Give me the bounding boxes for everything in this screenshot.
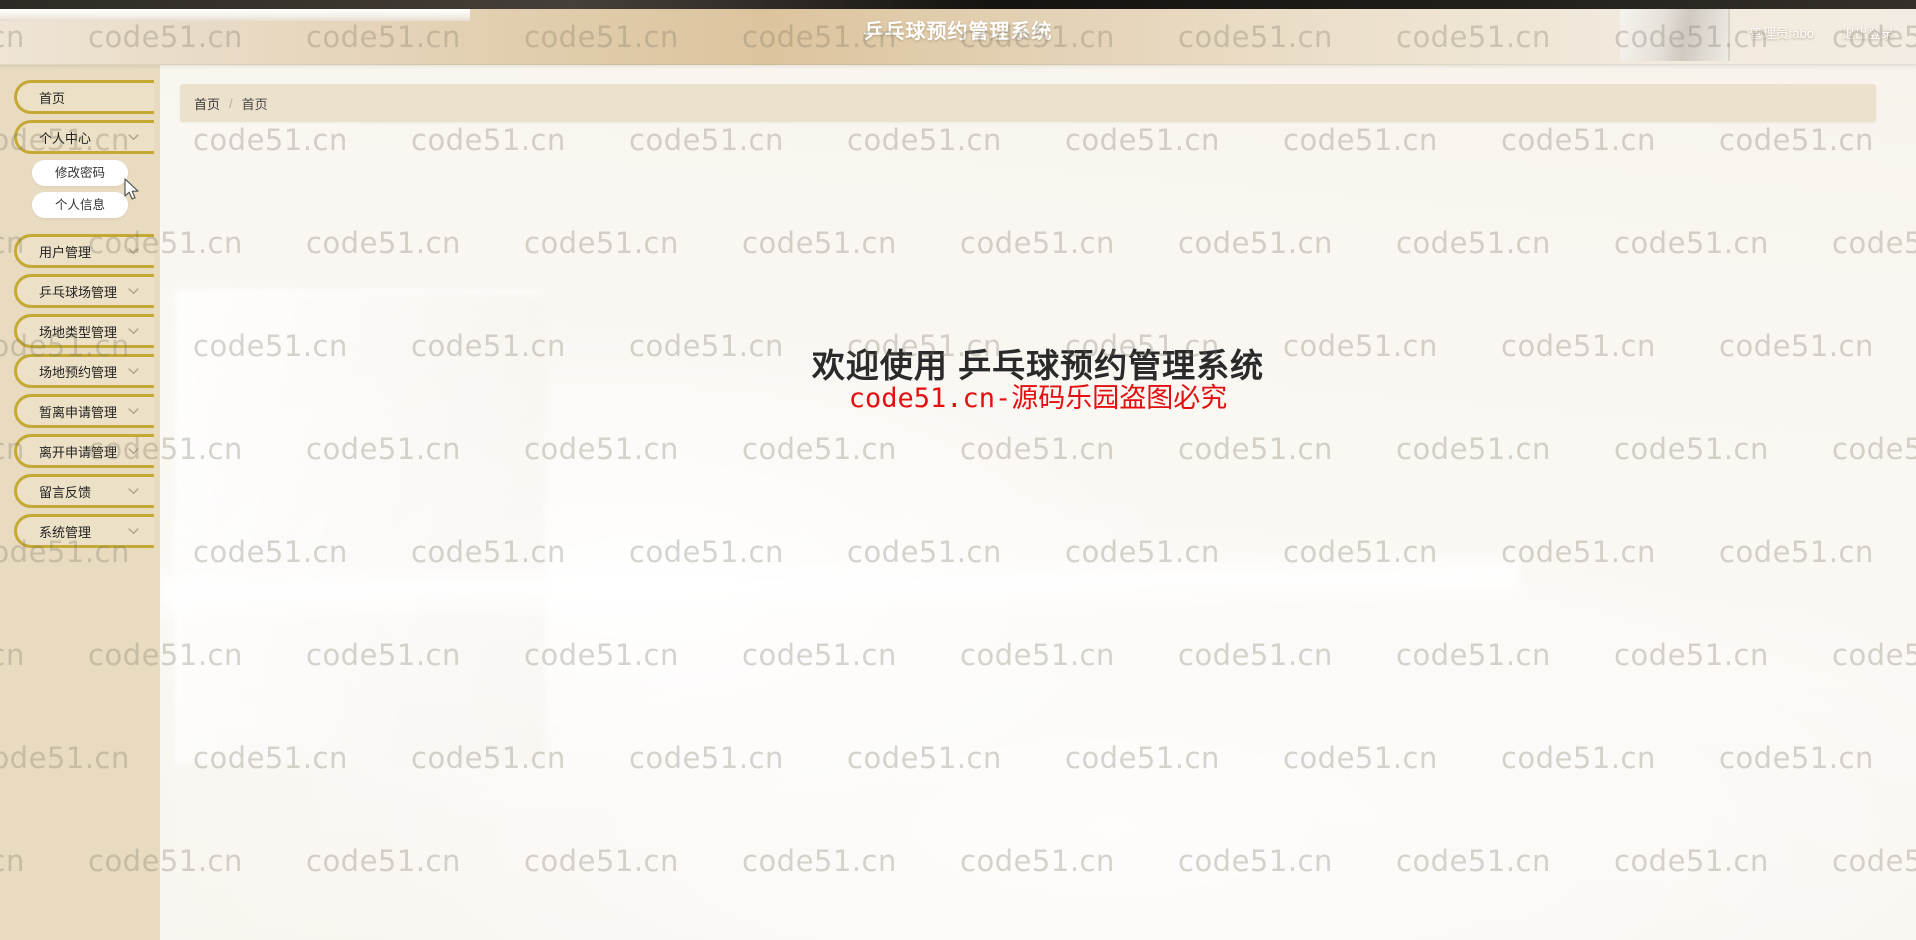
sidebar-item-leave-application-management[interactable]: 离开申请管理 xyxy=(14,434,154,468)
chevron-down-icon xyxy=(127,325,140,338)
chevron-down-icon xyxy=(127,365,140,378)
breadcrumb: 首页 / 首页 xyxy=(180,84,1876,122)
sidebar-item-court-management[interactable]: 乒乓球场管理 xyxy=(14,274,154,308)
sidebar-group-system-management: 系统管理 xyxy=(0,514,160,548)
page-title: 乒乓球预约管理系统 xyxy=(863,21,1053,43)
app-header: 乒乓球预约管理系统 管理员:abo 退出登录 xyxy=(0,0,1916,65)
sidebar-item-label: 系统管理 xyxy=(39,525,92,540)
sidebar-item-temporary-leave-management[interactable]: 暂离申请管理 xyxy=(14,394,154,428)
chevron-down-icon xyxy=(127,445,140,458)
red-watermark-text: code51.cn-源码乐园盗图必究 xyxy=(848,383,1228,414)
sidebar-group-user-management: 用户管理 xyxy=(0,234,160,268)
sidebar-item-label: 用户管理 xyxy=(39,245,92,260)
sidebar-group-personal-center: 个人中心 修改密码 个人信息 xyxy=(0,120,160,228)
sidebar-subitem-personal-info[interactable]: 个人信息 xyxy=(32,192,128,218)
breadcrumb-separator: / xyxy=(229,95,233,111)
chevron-down-icon xyxy=(127,285,140,298)
sidebar-item-venue-reservation-management[interactable]: 场地预约管理 xyxy=(14,354,154,388)
chevron-down-icon xyxy=(127,131,140,144)
sidebar-group-venue-type-management: 场地类型管理 xyxy=(0,314,160,348)
current-user-label: 管理员:abo xyxy=(1749,25,1814,41)
sidebar-item-personal-center[interactable]: 个人中心 xyxy=(14,120,154,154)
chevron-down-icon xyxy=(127,245,140,258)
breadcrumb-root[interactable]: 首页 xyxy=(194,94,220,113)
breadcrumb-current: 首页 xyxy=(241,96,268,112)
sidebar-item-label: 暂离申请管理 xyxy=(39,405,118,420)
sidebar-item-label: 个人中心 xyxy=(39,131,92,146)
sidebar-item-label: 留言反馈 xyxy=(39,485,92,500)
chevron-down-icon xyxy=(127,485,140,498)
sidebar-group-message-feedback: 留言反馈 xyxy=(0,474,160,508)
app-root: 乒乓球预约管理系统 管理员:abo 退出登录 首页 个人中心 修改密码 个人信息… xyxy=(0,0,1916,940)
welcome-section: 欢迎使用 乒乓球预约管理系统 code51.cn-源码乐园盗图必究 xyxy=(160,344,1916,415)
header-user-area: 管理员:abo 退出登录 xyxy=(1750,0,1894,64)
sidebar-item-message-feedback[interactable]: 留言反馈 xyxy=(14,474,154,508)
chevron-down-icon xyxy=(127,525,140,538)
sidebar-nav: 首页 个人中心 修改密码 个人信息 用户管理 乒乓球场管理 场地类型管理 场地预… xyxy=(0,64,160,940)
sidebar-subitem-label: 修改密码 xyxy=(54,166,105,180)
chevron-down-icon xyxy=(127,405,140,418)
sidebar-submenu-personal-center: 修改密码 个人信息 xyxy=(0,154,160,228)
sidebar-item-label: 首页 xyxy=(39,91,66,106)
sidebar-subitem-change-password[interactable]: 修改密码 xyxy=(32,160,128,186)
sidebar-item-label: 场地类型管理 xyxy=(39,325,118,340)
sidebar-item-venue-type-management[interactable]: 场地类型管理 xyxy=(14,314,154,348)
sidebar-item-user-management[interactable]: 用户管理 xyxy=(14,234,154,268)
sidebar-item-system-management[interactable]: 系统管理 xyxy=(14,514,154,548)
sidebar-item-label: 乒乓球场管理 xyxy=(39,285,118,300)
sidebar-group-court-management: 乒乓球场管理 xyxy=(0,274,160,308)
sidebar-group-leave-application-management: 离开申请管理 xyxy=(0,434,160,468)
main-content: 首页 / 首页 欢迎使用 乒乓球预约管理系统 code51.cn-源码乐园盗图必… xyxy=(160,64,1916,940)
sidebar-group-home: 首页 xyxy=(0,80,160,114)
sidebar-group-venue-reservation-management: 场地预约管理 xyxy=(0,354,160,388)
logout-button[interactable]: 退出登录 xyxy=(1842,23,1894,42)
sidebar-item-label: 场地预约管理 xyxy=(39,365,118,380)
sidebar-item-label: 离开申请管理 xyxy=(39,445,118,460)
sidebar-item-home[interactable]: 首页 xyxy=(14,80,154,114)
sidebar-subitem-label: 个人信息 xyxy=(54,198,105,212)
sidebar-group-temporary-leave-management: 暂离申请管理 xyxy=(0,394,160,428)
